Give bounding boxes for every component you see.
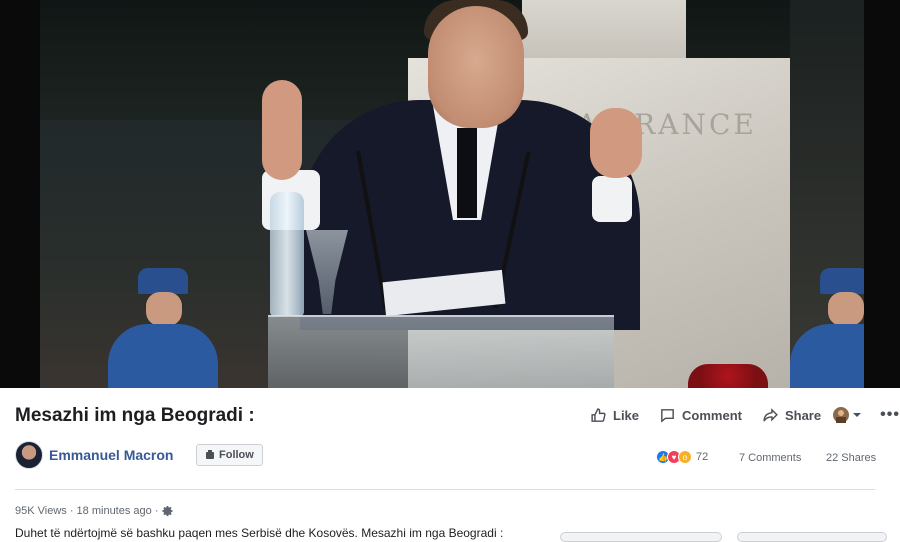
author-row: Emmanuel Macron (15, 441, 173, 469)
post-meta: 95K Views · 18 minutes ago · (15, 505, 174, 517)
gear-icon[interactable] (162, 505, 174, 517)
follow-button[interactable]: Follow (196, 444, 263, 466)
divider (15, 489, 875, 490)
comments-count-link[interactable]: 7 Comments (739, 452, 801, 464)
share-button[interactable]: Share (762, 407, 821, 424)
chevron-down-icon (853, 413, 862, 417)
guard-left (108, 268, 218, 388)
comment-input-edge[interactable] (560, 532, 722, 542)
author-name-link[interactable]: Emmanuel Macron (49, 447, 173, 463)
views-and-time: 95K Views · 18 minutes ago · (15, 505, 159, 517)
author-avatar[interactable] (15, 441, 43, 469)
reaction-count: 72 (696, 451, 709, 463)
follow-icon (206, 450, 214, 459)
glass-podium (268, 315, 614, 388)
page-avatar-small-icon (833, 407, 850, 423)
follow-label: Follow (219, 449, 254, 461)
comment-button[interactable]: Comment (659, 407, 742, 424)
video-letterbox-right (864, 0, 900, 388)
speaker-cuff-right (592, 176, 632, 222)
speaker-hand-left (262, 80, 302, 180)
speaker-head (428, 6, 524, 128)
share-icon (763, 407, 778, 422)
comment-label: Comment (682, 407, 742, 423)
more-options-button[interactable]: ••• (880, 406, 900, 424)
reactions-summary[interactable]: 👍 ♥ o 72 (656, 450, 708, 464)
video-player[interactable]: LA FRANCE (0, 0, 900, 388)
wow-reaction-icon: o (678, 450, 692, 464)
comment-icon (661, 408, 674, 423)
comment-input-edge-right[interactable] (737, 532, 887, 542)
like-label: Like (613, 407, 640, 423)
speaker-tie (457, 128, 477, 218)
post-title: Mesazhi im nga Beogradi : (15, 405, 255, 426)
reaction-picker[interactable] (833, 407, 862, 423)
thumbs-up-icon (591, 407, 606, 422)
post-actions: Like Comment Share ••• (590, 406, 900, 424)
video-monument-top (522, 0, 686, 60)
post-description: Duhet të ndërtojmë së bashku paqen mes S… (15, 526, 504, 540)
flowers (688, 364, 768, 388)
shares-count-link[interactable]: 22 Shares (826, 452, 876, 464)
share-label: Share (784, 407, 822, 423)
like-button[interactable]: Like (590, 407, 639, 424)
video-letterbox-left (0, 0, 40, 388)
speaker-hand-right (590, 108, 642, 178)
water-bottle (270, 192, 304, 316)
